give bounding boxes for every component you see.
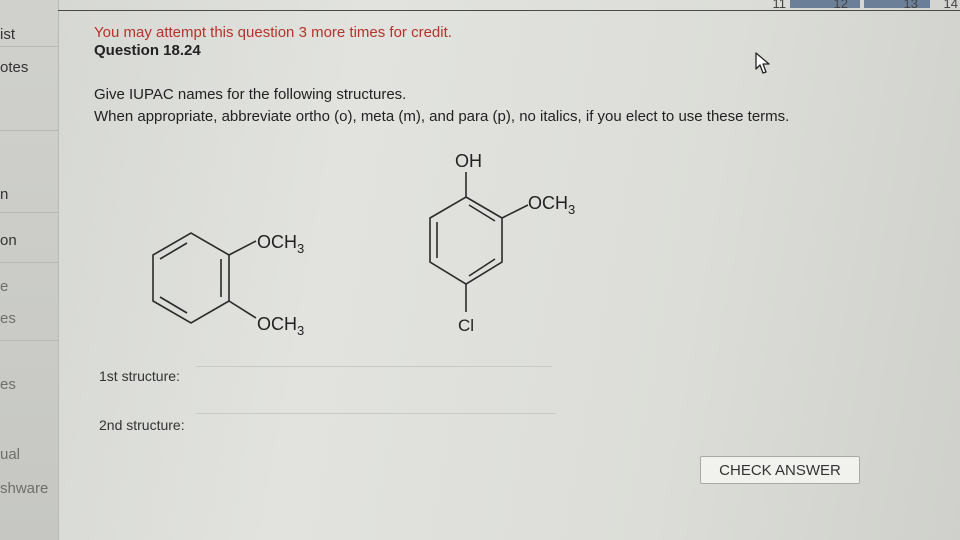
structure-2-chloro: Cl <box>458 316 474 335</box>
check-answer-button[interactable]: CHECK ANSWER <box>700 456 860 484</box>
structure-2-methoxy: OCH3 <box>528 193 575 217</box>
mouse-pointer-icon <box>755 52 770 74</box>
structure-1-dimethoxybenzene <box>152 232 257 324</box>
structure-1-bottom-substituent: OCH3 <box>257 314 304 338</box>
structure-2-answer-field[interactable] <box>196 391 556 414</box>
structure-1-answer-field[interactable] <box>196 344 552 367</box>
answer-label-2: 2nd structure: <box>99 417 185 433</box>
structure-1-top-substituent: OCH3 <box>257 232 304 256</box>
answer-label-1: 1st structure: <box>99 368 180 384</box>
structure-2-chloromethoxyphenol <box>429 172 529 312</box>
structure-2-hydroxyl: OH <box>455 151 482 171</box>
